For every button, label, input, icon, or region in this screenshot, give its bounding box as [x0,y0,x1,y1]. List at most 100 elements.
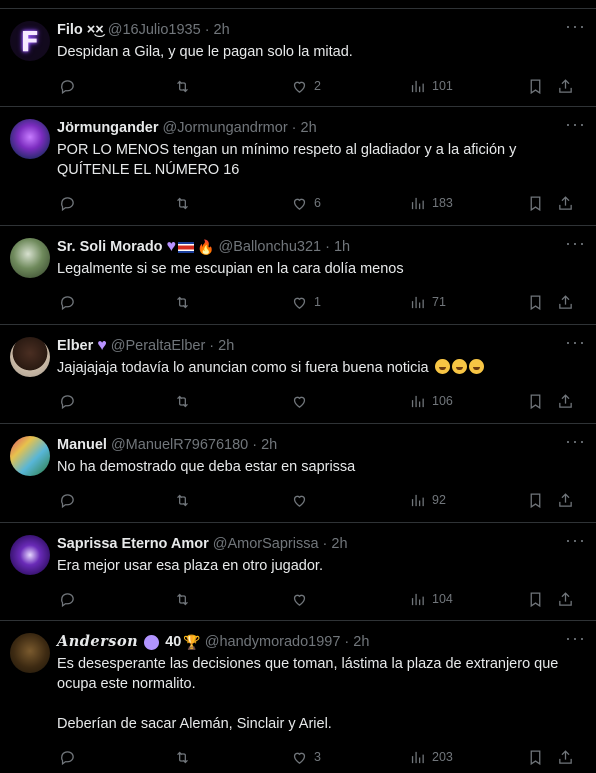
like-button[interactable]: 2 [291,78,321,95]
retweet-icon [177,296,188,308]
action-bar: 3 203 [57,747,584,767]
display-name[interactable]: Saprissa Eterno Amor [57,534,209,554]
tweet[interactable]: Anderson 40 🏆 @handymorado1997 · 2h Es d… [0,621,596,773]
share-button[interactable] [557,393,574,410]
reply-button[interactable] [59,749,76,766]
views-button[interactable]: 183 [409,195,453,212]
display-name-suffix: 40 [165,634,182,650]
share-button[interactable] [557,78,574,95]
fire-icon: 🔥 [197,239,215,255]
user-handle[interactable]: @handymorado1997 [205,632,341,652]
views-button[interactable]: 104 [409,591,453,608]
display-name[interactable]: Anderson [57,632,138,652]
like-icon [293,198,306,210]
user-handle[interactable]: @PeraltaElber [111,336,206,356]
timestamp[interactable]: 2h [353,632,369,652]
display-name[interactable]: Filo ×͜× [57,20,104,40]
reply-button[interactable] [59,393,76,410]
display-name[interactable]: Elber [57,336,93,356]
bookmark-button[interactable] [527,294,544,311]
tweet-content: Filo ×͜× @16Julio1935 · 2h Despidan a Gi… [57,20,584,62]
timestamp[interactable]: 2h [301,118,317,138]
retweet-button[interactable] [174,591,191,608]
reply-button[interactable] [59,78,76,95]
user-handle[interactable]: @AmorSaprissa [213,534,319,554]
avatar[interactable] [10,436,50,476]
retweet-button[interactable] [174,492,191,509]
separator: · [209,338,215,354]
share-button[interactable] [557,749,574,766]
tweet[interactable]: Elber ♥ @PeraltaElber · 2h Jajajajaja to… [0,325,596,424]
like-button[interactable]: 3 [291,749,321,766]
retweet-button[interactable] [174,78,191,95]
share-button[interactable] [557,492,574,509]
tweet[interactable]: Sr. Soli Morado ♥ 🔥 @Ballonchu321 · 1h L… [0,226,596,325]
like-button[interactable] [291,591,308,608]
bookmark-button[interactable] [527,195,544,212]
views-button[interactable]: 71 [409,294,446,311]
separator: · [344,634,350,650]
share-icon [559,492,572,507]
reply-feed: F Filo ×͜× @16Julio1935 · 2h Despidan a … [0,0,596,773]
bookmark-button[interactable] [527,393,544,410]
like-count: 1 [314,295,321,309]
avatar[interactable] [10,238,50,278]
views-button[interactable]: 101 [409,78,453,95]
like-button[interactable] [291,492,308,509]
bookmark-button[interactable] [527,78,544,95]
bookmark-button[interactable] [527,591,544,608]
views-button[interactable]: 106 [409,393,453,410]
like-button[interactable]: 1 [291,294,321,311]
avatar[interactable] [10,535,50,575]
reply-button[interactable] [59,492,76,509]
display-name[interactable]: Manuel [57,435,107,455]
retweet-button[interactable] [174,393,191,410]
display-name[interactable]: Jörmungander [57,118,159,138]
more-options-icon[interactable]: ··· [565,531,586,549]
user-handle[interactable]: @Ballonchu321 [218,237,321,257]
like-button[interactable]: 6 [291,195,321,212]
more-options-icon[interactable]: ··· [565,432,586,450]
like-button[interactable] [291,393,308,410]
reply-button[interactable] [59,591,76,608]
share-button[interactable] [557,294,574,311]
bookmark-button[interactable] [527,749,544,766]
user-handle[interactable]: @Jormungandrmor [163,118,288,138]
reply-button[interactable] [59,294,76,311]
more-options-icon[interactable]: ··· [565,115,586,133]
user-handle[interactable]: @16Julio1935 [108,20,201,40]
user-handle[interactable]: @ManuelR79676180 [111,435,248,455]
reply-icon [61,750,74,765]
more-options-icon[interactable]: ··· [565,333,586,351]
share-button[interactable] [557,591,574,608]
avatar[interactable]: F [10,21,50,61]
view-count: 106 [432,394,453,408]
timestamp[interactable]: 2h [218,336,234,356]
share-button[interactable] [557,195,574,212]
view-count: 92 [432,493,446,507]
more-options-icon[interactable]: ··· [565,234,586,252]
display-name[interactable]: Sr. Soli Morado [57,237,163,257]
views-button[interactable]: 203 [409,749,453,766]
views-button[interactable]: 92 [409,492,446,509]
timestamp[interactable]: 2h [214,20,230,40]
bookmark-button[interactable] [527,492,544,509]
reply-button[interactable] [59,195,76,212]
retweet-button[interactable] [174,749,191,766]
tweet[interactable]: Manuel @ManuelR79676180 · 2h No ha demos… [0,424,596,523]
more-options-icon[interactable]: ··· [565,17,586,35]
timestamp[interactable]: 2h [331,534,347,554]
avatar[interactable] [10,337,50,377]
tweet-header: Manuel @ManuelR79676180 · 2h [57,435,584,455]
timestamp[interactable]: 2h [261,435,277,455]
tweet[interactable]: F Filo ×͜× @16Julio1935 · 2h Despidan a … [0,9,596,107]
avatar[interactable] [10,119,50,159]
retweet-button[interactable] [174,195,191,212]
tweet[interactable]: Jörmungander @Jormungandrmor · 2h POR LO… [0,107,596,226]
retweet-button[interactable] [174,294,191,311]
avatar[interactable] [10,633,50,673]
tweet[interactable]: Saprissa Eterno Amor @AmorSaprissa · 2h … [0,523,596,621]
more-options-icon[interactable]: ··· [565,629,586,647]
timestamp[interactable]: 1h [334,237,350,257]
reply-icon [61,394,74,409]
